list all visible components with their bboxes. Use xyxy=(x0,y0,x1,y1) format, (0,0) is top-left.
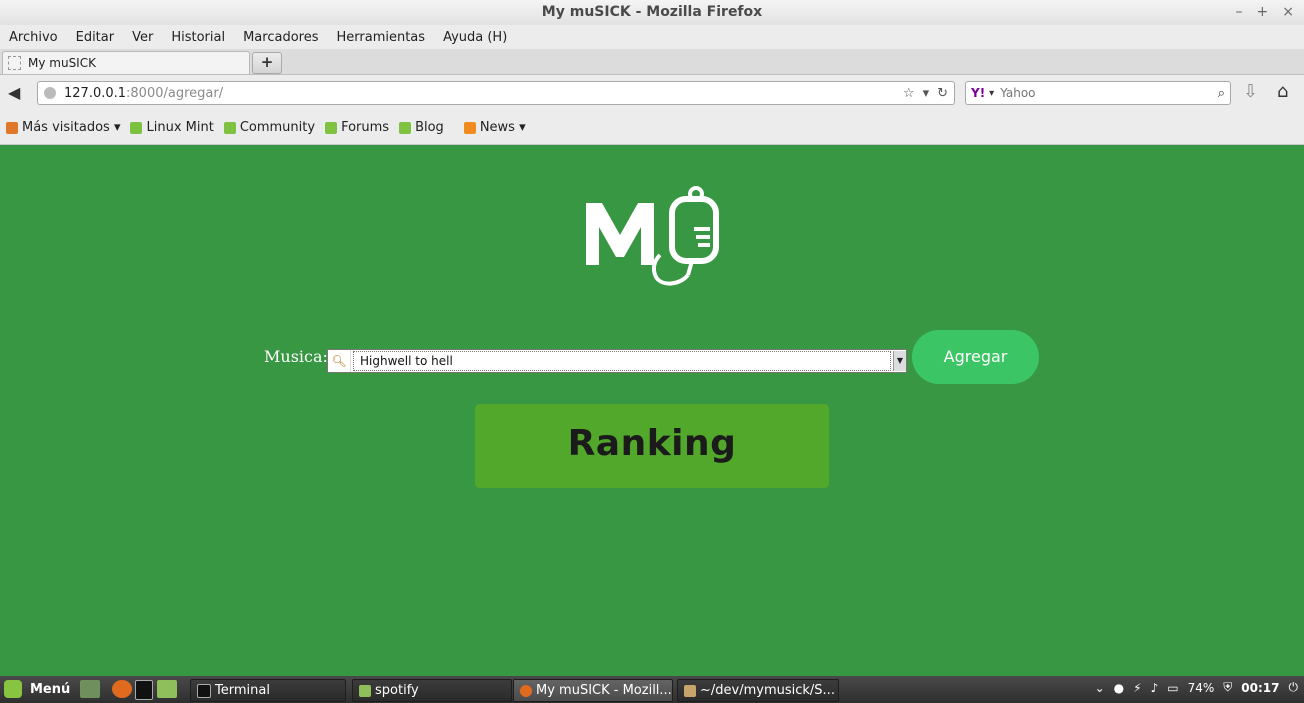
tab-strip: My muSICK + xyxy=(0,49,1304,75)
bookmarks-toolbar: Más visitados ▾ Linux Mint Community For… xyxy=(0,111,1304,145)
url-path: :8000/agregar/ xyxy=(126,85,224,101)
network-icon[interactable]: ⚡ xyxy=(1133,681,1141,695)
window-titlebar: My muSICK - Mozilla Firefox – + × xyxy=(0,0,1304,25)
yahoo-engine-icon[interactable]: Y! xyxy=(971,86,985,100)
battery-icon[interactable]: ▭ xyxy=(1167,681,1178,695)
terminal-icon xyxy=(197,683,211,698)
tab-my-musick[interactable]: My muSICK xyxy=(2,51,250,74)
menu-bar: Archivo Editar Ver Historial Marcadores … xyxy=(0,25,1304,49)
maximize-button[interactable]: + xyxy=(1257,0,1269,25)
search-icon: 🔍︎ xyxy=(328,350,351,372)
task-editor[interactable]: ~/dev/mymusick/S... xyxy=(677,679,839,702)
task-spotify[interactable]: spotify xyxy=(352,679,512,702)
search-input[interactable] xyxy=(998,85,1203,101)
menu-herramientas[interactable]: Herramientas xyxy=(328,30,435,45)
start-menu-button[interactable]: Menú xyxy=(4,680,70,698)
shield-icon[interactable]: ⛨ xyxy=(1223,680,1232,695)
bookmark-forums[interactable]: Forums xyxy=(325,120,389,135)
bookmark-star-icon[interactable]: ☆ xyxy=(903,86,915,101)
new-tab-button[interactable]: + xyxy=(252,52,282,74)
terminal-icon[interactable] xyxy=(135,680,153,700)
bookmark-most-visited[interactable]: Más visitados ▾ xyxy=(6,120,120,135)
menu-marcadores[interactable]: Marcadores xyxy=(234,30,327,45)
engine-dropdown-icon[interactable]: ▾ xyxy=(989,88,994,99)
text-editor-icon xyxy=(684,684,696,697)
home-icon[interactable]: ⌂ xyxy=(1277,81,1288,102)
system-tray: ⌄ ● ⚡ ♪ ▭ 74% ⛨ 00:17 ⏻ xyxy=(1095,680,1298,695)
bookmark-label: Más visitados ▾ xyxy=(22,120,121,135)
rss-icon xyxy=(463,121,476,134)
music-input[interactable]: Highwell to hell xyxy=(353,351,891,371)
reload-icon[interactable]: ↻ xyxy=(937,86,948,101)
page-content: Musica: 🔍︎ Highwell to hell ▼ Agregar Ra… xyxy=(0,145,1304,676)
bookmark-blog[interactable]: Blog xyxy=(399,120,444,135)
mint-logo-icon xyxy=(4,680,22,698)
task-label: ~/dev/mymusick/S... xyxy=(700,683,835,698)
battery-percent: 74% xyxy=(1187,680,1215,695)
bookmark-label: Blog xyxy=(415,120,444,135)
musick-logo xyxy=(586,186,719,286)
back-arrow-icon[interactable]: ◀ xyxy=(8,83,20,102)
globe-icon xyxy=(44,87,56,99)
minimize-button[interactable]: – xyxy=(1236,0,1243,25)
firefox-icon xyxy=(520,684,532,697)
tab-title: My muSICK xyxy=(28,56,96,70)
window-title: My muSICK - Mozilla Firefox xyxy=(541,4,763,20)
mint-icon xyxy=(399,121,412,134)
window-controls: – + × xyxy=(1236,0,1294,25)
task-terminal[interactable]: Terminal xyxy=(190,679,346,702)
menu-ver[interactable]: Ver xyxy=(123,30,162,45)
folder-icon[interactable] xyxy=(157,680,177,698)
user-icon[interactable]: ● xyxy=(1114,681,1124,695)
close-button[interactable]: × xyxy=(1282,0,1294,25)
start-menu-label: Menú xyxy=(30,681,71,697)
history-dropdown-icon[interactable]: ▾ xyxy=(923,86,930,101)
add-button[interactable]: Agregar xyxy=(912,330,1039,384)
bookmark-label: News ▾ xyxy=(479,120,526,135)
bookmark-label: Linux Mint xyxy=(146,120,214,135)
volume-icon[interactable]: ♪ xyxy=(1151,681,1159,695)
url-host: 127.0.0.1 xyxy=(64,85,127,101)
music-field-label: Musica: xyxy=(264,347,328,366)
menu-archivo[interactable]: Archivo xyxy=(0,30,67,45)
music-search-combobox[interactable]: 🔍︎ Highwell to hell ▼ xyxy=(327,349,907,373)
bookmark-label: Community xyxy=(239,120,316,135)
menu-ayuda[interactable]: Ayuda (H) xyxy=(434,30,516,45)
mint-icon xyxy=(325,121,338,134)
download-icon[interactable]: ⇩ xyxy=(1243,81,1258,102)
navigation-bar: ◀ 127.0.0.1 :8000/agregar/ ☆ ▾ ↻ Y! ▾ ⌕ … xyxy=(0,75,1304,111)
power-icon[interactable]: ⏻ xyxy=(1289,680,1299,695)
menu-editar[interactable]: Editar xyxy=(67,30,124,45)
folder-icon xyxy=(359,684,371,697)
task-label: My muSICK - Mozill... xyxy=(536,683,672,698)
most-visited-icon xyxy=(6,121,18,134)
bookmark-linux-mint[interactable]: Linux Mint xyxy=(130,120,214,135)
clock[interactable]: 00:17 xyxy=(1241,681,1279,695)
task-label: Terminal xyxy=(215,683,270,698)
mint-icon xyxy=(130,121,143,134)
ranking-button[interactable]: Ranking xyxy=(475,404,829,488)
search-bar[interactable]: Y! ▾ ⌕ xyxy=(965,81,1231,105)
search-icon[interactable]: ⌕ xyxy=(1218,86,1225,101)
mint-icon xyxy=(223,121,236,134)
bookmark-label: Forums xyxy=(341,120,390,135)
menu-historial[interactable]: Historial xyxy=(162,30,234,45)
show-desktop-icon[interactable] xyxy=(80,680,100,698)
task-firefox[interactable]: My muSICK - Mozill... xyxy=(513,679,673,702)
chevron-down-icon[interactable]: ▼ xyxy=(893,351,906,371)
bookmark-news[interactable]: News ▾ xyxy=(463,120,526,135)
taskbar: Menú Terminal spotify My muSICK - Mozill… xyxy=(0,676,1304,703)
url-bar[interactable]: 127.0.0.1 :8000/agregar/ ☆ ▾ ↻ xyxy=(37,81,955,105)
task-label: spotify xyxy=(375,683,419,698)
tray-arrow-icon[interactable]: ⌄ xyxy=(1095,681,1105,695)
bookmark-community[interactable]: Community xyxy=(223,120,316,135)
firefox-icon[interactable] xyxy=(112,680,132,698)
page-icon xyxy=(8,56,21,70)
